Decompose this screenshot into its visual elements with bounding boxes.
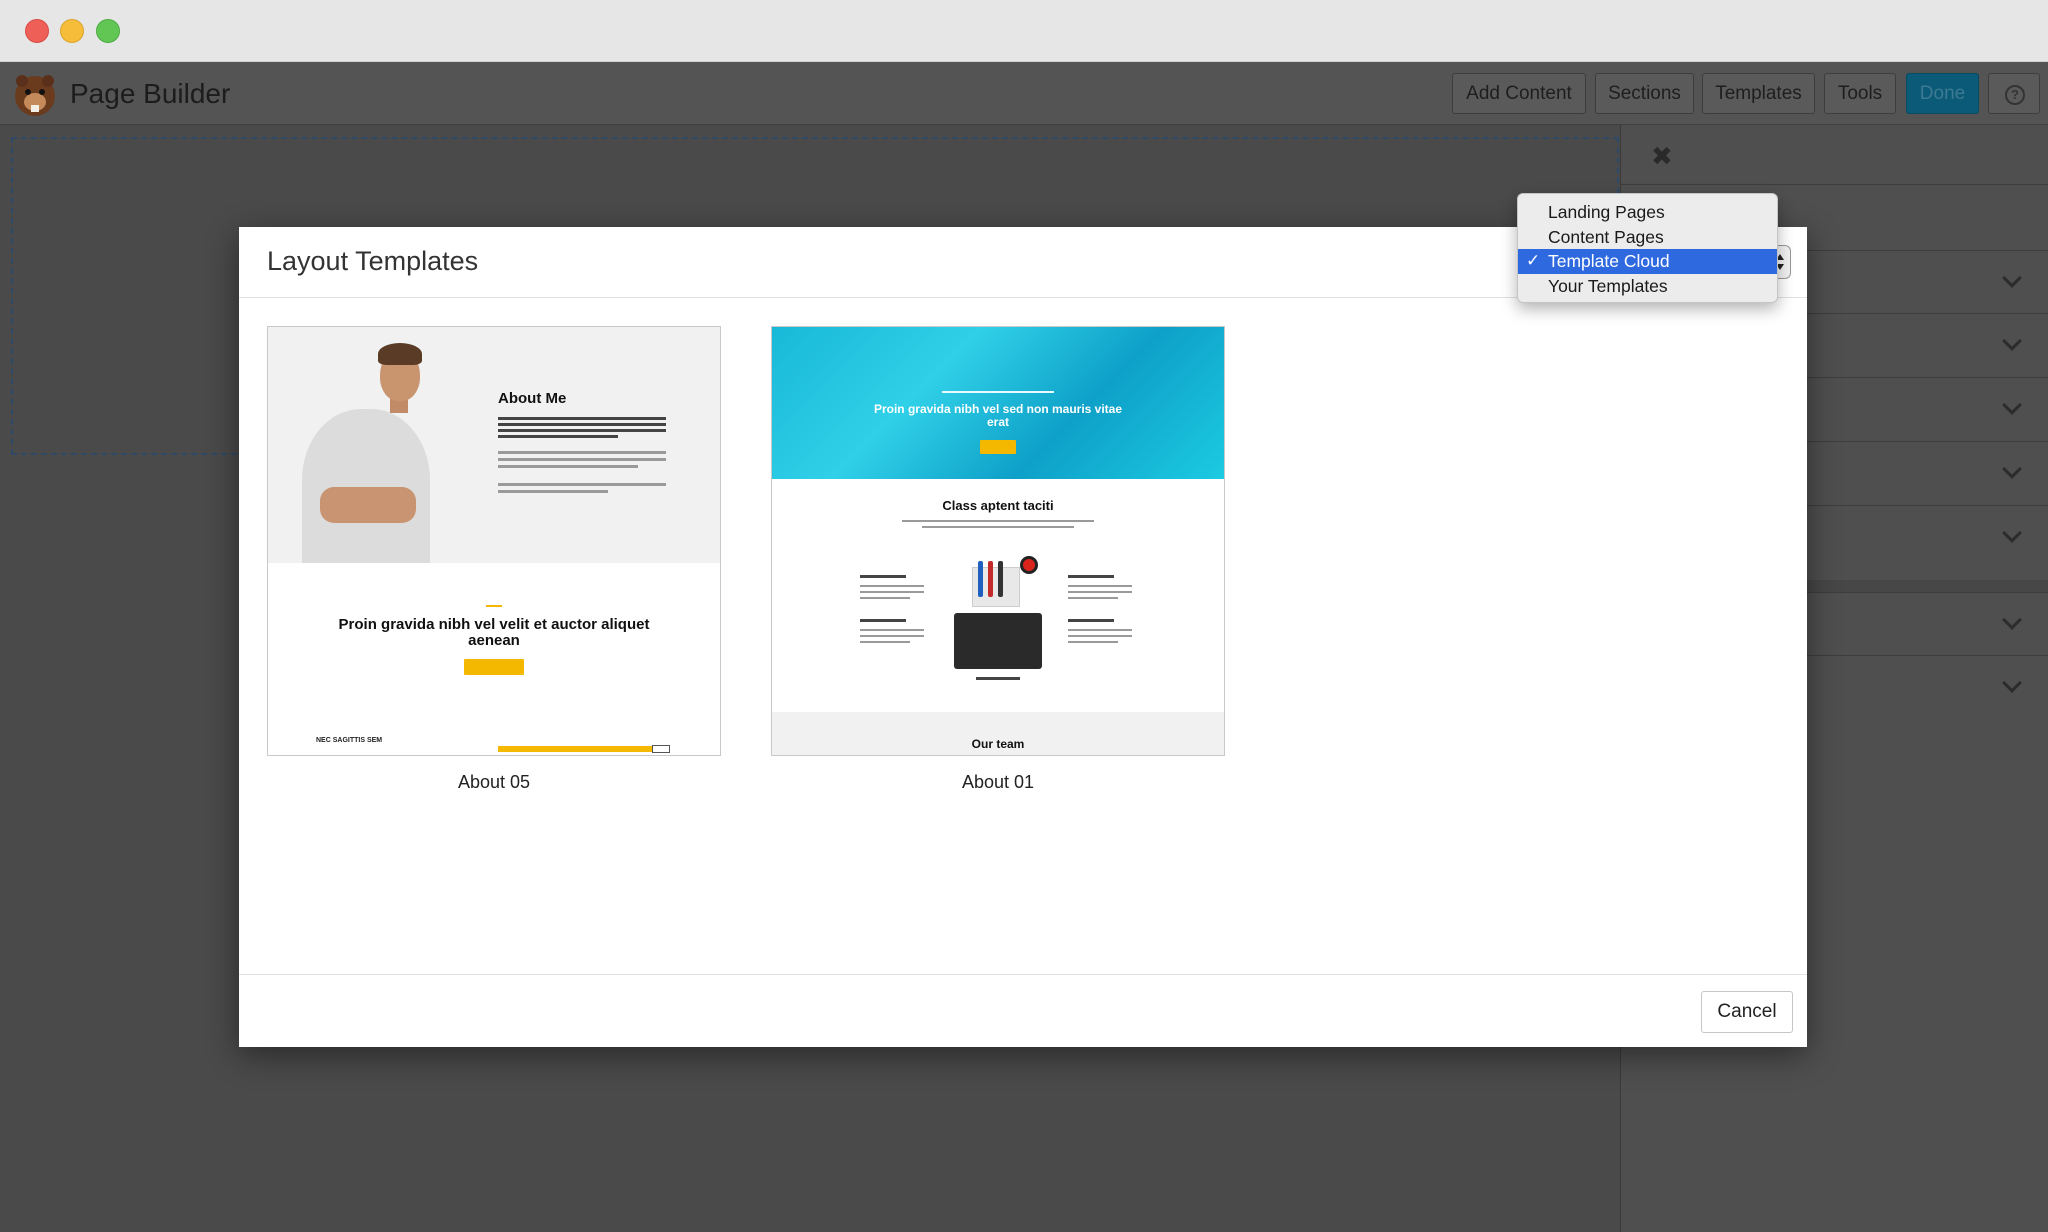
window-close-button[interactable] bbox=[25, 19, 49, 43]
stylus-illustration bbox=[976, 677, 1020, 680]
close-icon[interactable]: ✖ bbox=[1651, 141, 1673, 172]
thumb-hero: About Me bbox=[268, 327, 720, 563]
chevron-down-icon bbox=[2002, 523, 2022, 543]
chevron-down-icon bbox=[2002, 459, 2022, 479]
text-line bbox=[860, 575, 906, 578]
tools-button[interactable]: Tools bbox=[1824, 73, 1896, 114]
text-line bbox=[498, 483, 666, 486]
chevron-down-icon bbox=[2002, 395, 2022, 415]
chevron-down-icon bbox=[2002, 673, 2022, 693]
thumb-subhead: NEC SAGITTIS SEM bbox=[316, 737, 383, 744]
template-name: About 01 bbox=[961, 772, 1035, 792]
text-line bbox=[942, 391, 1054, 393]
text-line bbox=[1068, 641, 1118, 643]
text-line bbox=[860, 597, 910, 599]
window-titlebar bbox=[0, 0, 2048, 62]
text-line bbox=[922, 526, 1074, 528]
text-line bbox=[860, 641, 910, 643]
modal-title: Layout Templates bbox=[267, 246, 479, 276]
chevron-down-icon bbox=[2002, 331, 2022, 351]
text-line bbox=[1068, 619, 1114, 622]
thumb-title: About Me bbox=[498, 390, 567, 407]
person-arms bbox=[320, 487, 416, 523]
text-line bbox=[1068, 575, 1114, 578]
add-content-button[interactable]: Add Content bbox=[1452, 73, 1586, 114]
pen-illustration bbox=[978, 561, 983, 597]
window-maximize-button[interactable] bbox=[96, 19, 120, 43]
modal-footer: Cancel bbox=[239, 974, 1807, 1047]
text-line bbox=[860, 619, 906, 622]
window-minimize-button[interactable] bbox=[60, 19, 84, 43]
accent-dash bbox=[486, 605, 502, 607]
text-line bbox=[1068, 591, 1132, 593]
thumb-cta-button bbox=[464, 659, 524, 675]
thumb-cta-button bbox=[980, 440, 1016, 454]
text-line bbox=[498, 458, 666, 461]
tablet-illustration bbox=[954, 613, 1042, 669]
text-line bbox=[1068, 635, 1132, 637]
builder-toolbar: Page Builder Add Content Sections Templa… bbox=[0, 62, 2048, 125]
dropdown-option-content-pages[interactable]: Content Pages bbox=[1518, 225, 1777, 250]
question-circle-icon: ? bbox=[2005, 85, 2025, 105]
dropdown-option-your-templates[interactable]: Your Templates bbox=[1518, 274, 1777, 299]
chevron-down-icon bbox=[2002, 610, 2022, 630]
ball-illustration bbox=[1020, 556, 1038, 574]
text-line bbox=[860, 591, 924, 593]
thumb-title: Class aptent taciti bbox=[942, 498, 1054, 513]
pen-illustration bbox=[988, 561, 993, 597]
text-line bbox=[498, 451, 666, 454]
text-line bbox=[498, 417, 666, 420]
person-torso bbox=[302, 409, 430, 563]
thumb-team-heading: Our team bbox=[971, 737, 1025, 751]
chevron-down-icon bbox=[2002, 268, 2022, 288]
done-button[interactable]: Done bbox=[1906, 73, 1979, 114]
person-hair bbox=[378, 343, 422, 365]
help-button[interactable]: ? bbox=[1988, 73, 2040, 114]
template-thumbnail[interactable]: Proin gravida nibh vel sed non mauris vi… bbox=[771, 326, 1225, 756]
pen-illustration bbox=[998, 561, 1003, 597]
option-label: Landing Pages bbox=[1548, 202, 1665, 222]
cancel-button[interactable]: Cancel bbox=[1701, 991, 1793, 1033]
checkmark-icon: ✓ bbox=[1526, 251, 1541, 270]
text-line bbox=[902, 520, 1094, 522]
text-line bbox=[498, 435, 618, 438]
app-title: Page Builder bbox=[70, 78, 231, 109]
text-line bbox=[498, 423, 666, 426]
text-line bbox=[860, 585, 924, 587]
layout-templates-modal: Layout Templates About Me Proin gravida … bbox=[239, 227, 1807, 1047]
option-label: Your Templates bbox=[1548, 275, 1668, 296]
text-line bbox=[498, 490, 608, 493]
text-line bbox=[1068, 629, 1132, 631]
option-label: Template Cloud bbox=[1548, 251, 1670, 271]
dropdown-option-template-cloud[interactable]: ✓ Template Cloud bbox=[1518, 249, 1777, 274]
skill-progress-bar bbox=[498, 746, 666, 752]
text-line bbox=[1068, 585, 1132, 587]
text-line bbox=[860, 635, 924, 637]
text-line bbox=[498, 429, 666, 432]
template-name: About 05 bbox=[457, 772, 531, 792]
thumb-hero: Proin gravida nibh vel sed non mauris vi… bbox=[772, 327, 1224, 479]
thumb-headline: Proin gravida nibh vel velit et auctor a… bbox=[338, 616, 650, 649]
sections-button[interactable]: Sections bbox=[1595, 73, 1694, 114]
text-line bbox=[1068, 597, 1118, 599]
template-thumbnail[interactable]: About Me Proin gravida nibh vel velit et… bbox=[267, 326, 721, 756]
text-line bbox=[860, 629, 924, 631]
dropdown-option-landing-pages[interactable]: Landing Pages bbox=[1518, 200, 1777, 225]
templates-button[interactable]: Templates bbox=[1702, 73, 1815, 114]
beaver-logo-icon bbox=[15, 75, 55, 116]
option-label: Content Pages bbox=[1548, 226, 1664, 247]
template-category-dropdown[interactable]: Landing Pages Content Pages ✓ Template Cl… bbox=[1517, 193, 1778, 303]
thumb-headline: Proin gravida nibh vel sed non mauris vi… bbox=[873, 402, 1123, 429]
text-line bbox=[498, 465, 638, 468]
skill-progress-label bbox=[652, 745, 670, 753]
